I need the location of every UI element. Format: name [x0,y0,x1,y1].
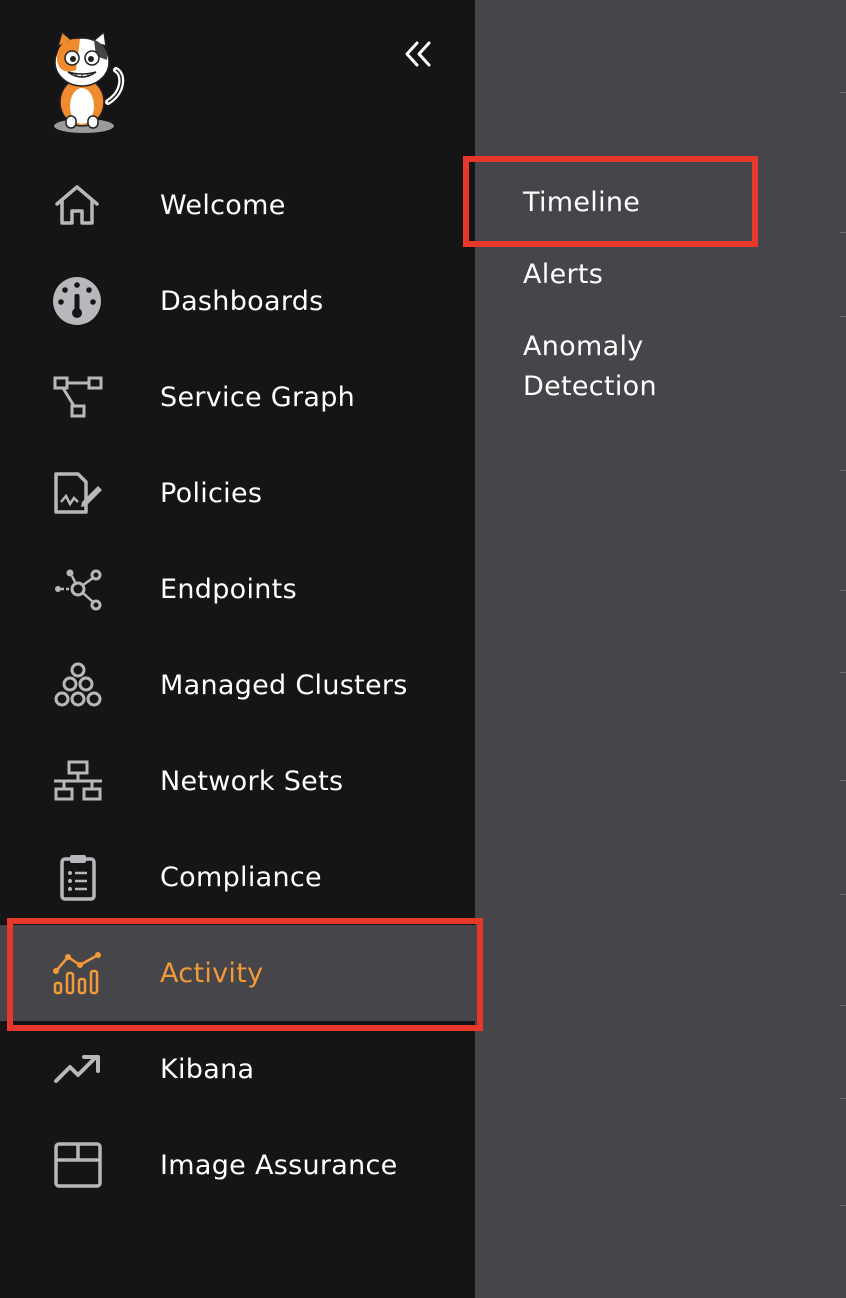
box-icon [52,1141,108,1189]
sidebar-item-label: Network Sets [160,765,344,797]
collapse-sidebar-button[interactable] [398,36,438,76]
graph-nodes-icon [52,373,108,421]
background-divider [840,1005,846,1006]
gauge-icon [52,277,108,325]
sidebar-item-network-sets[interactable]: Network Sets [0,733,475,829]
background-divider [840,590,846,591]
sidebar-item-label: Service Graph [160,381,356,413]
background-divider [840,1098,846,1099]
network-tree-icon [52,757,108,805]
activity-highlight-box [7,918,483,1031]
sidebar-item-label: Welcome [160,189,286,221]
clusters-icon [52,661,108,709]
sidebar-item-label: Managed Clusters [160,669,408,701]
sidebar: Welcome Dashboards Service Graph Policie… [0,0,475,1298]
document-edit-icon [52,469,108,517]
sidebar-item-label: Compliance [160,861,322,893]
sidebar-item-dashboards[interactable]: Dashboards [0,253,475,349]
background-divider [840,780,846,781]
sidebar-item-kibana[interactable]: Kibana [0,1021,475,1117]
sidebar-item-welcome[interactable]: Welcome [0,157,475,253]
background-divider [840,672,846,673]
sidebar-item-endpoints[interactable]: Endpoints [0,541,475,637]
sidebar-item-label: Dashboards [160,285,324,317]
sidebar-item-compliance[interactable]: Compliance [0,829,475,925]
sidebar-item-managed-clusters[interactable]: Managed Clusters [0,637,475,733]
background-divider [840,470,846,471]
timeline-highlight-box [463,156,758,247]
submenu-item-anomaly-detection[interactable]: Anomaly Detection [523,327,657,407]
sidebar-item-label: Image Assurance [160,1149,398,1181]
clipboard-list-icon [52,853,108,901]
sidebar-item-label: Kibana [160,1053,255,1085]
double-chevron-left-icon [403,39,433,73]
home-icon [52,181,108,229]
background-divider [840,232,846,233]
sidebar-item-label: Endpoints [160,573,297,605]
sidebar-item-image-assurance[interactable]: Image Assurance [0,1117,475,1213]
sidebar-item-service-graph[interactable]: Service Graph [0,349,475,445]
network-endpoints-icon [52,565,108,613]
background-divider [840,92,846,93]
cat-logo[interactable] [46,30,126,134]
background-divider [840,316,846,317]
background-divider [840,894,846,895]
background-divider [840,1205,846,1206]
sidebar-item-label: Policies [160,477,263,509]
sidebar-item-policies[interactable]: Policies [0,445,475,541]
trend-up-icon [52,1045,108,1093]
submenu-item-alerts[interactable]: Alerts [523,255,603,295]
